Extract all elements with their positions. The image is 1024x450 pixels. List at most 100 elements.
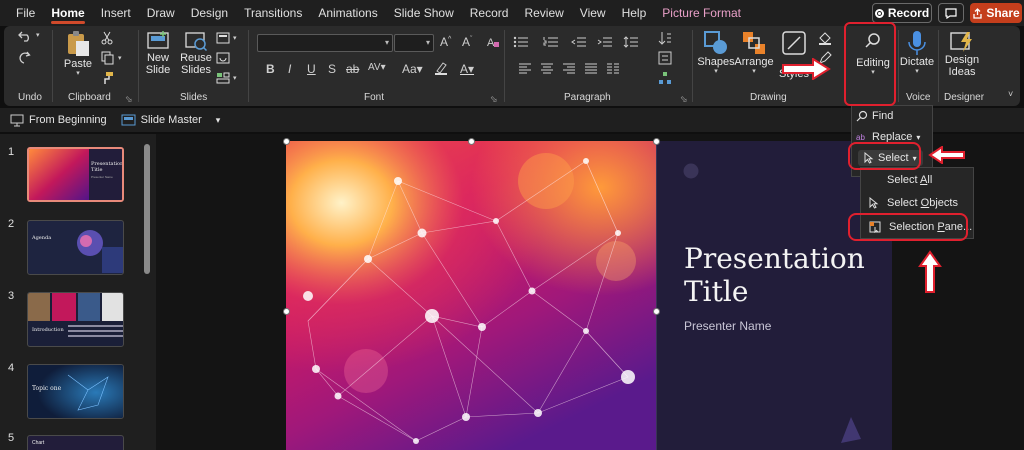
from-beginning-button[interactable]: From Beginning [10, 114, 107, 127]
slide-title[interactable]: Presentation Title [684, 242, 884, 308]
numbering-button[interactable] [542, 34, 560, 50]
tab-transitions[interactable]: Transitions [236, 0, 310, 26]
slide-thumbnail-2[interactable]: Agenda [27, 220, 124, 275]
thumbnail-title: Topic one [32, 385, 62, 392]
design-ideas-button[interactable]: Design Ideas [940, 30, 984, 78]
customize-qat-button[interactable]: ▾ [216, 115, 221, 126]
change-case-button[interactable]: Aa▾ [402, 62, 423, 76]
arrange-button[interactable]: Arrange ▾ [734, 30, 774, 76]
tab-record[interactable]: Record [462, 0, 517, 26]
presenter-name[interactable]: Presenter Name [684, 319, 771, 333]
shapes-button[interactable]: Shapes ▾ [697, 30, 735, 76]
font-color-button[interactable]: A▾ [460, 62, 474, 76]
clipboard-launcher-icon[interactable]: ⬂ [125, 94, 133, 105]
align-left-button[interactable] [516, 60, 534, 76]
select-all-label: Select All [887, 174, 933, 186]
decrease-font-size-button[interactable]: Aˇ [462, 35, 472, 49]
reuse-slides-button[interactable]: Reuse Slides [180, 30, 212, 76]
tab-help[interactable]: Help [614, 0, 655, 26]
line-spacing-button[interactable] [622, 34, 640, 50]
copy-button[interactable] [98, 50, 116, 66]
bullets-button[interactable] [512, 34, 530, 50]
paragraph-launcher-icon[interactable]: ⬂ [680, 94, 688, 105]
record-button[interactable]: Record [872, 3, 932, 23]
resize-handle[interactable] [653, 308, 660, 315]
shadow-button[interactable]: S [328, 62, 336, 76]
font-name-combobox[interactable]: ▾ [257, 34, 393, 52]
select-all-menu-item[interactable]: Select All [869, 174, 932, 186]
columns-button[interactable] [604, 60, 622, 76]
character-spacing-button[interactable]: AV▾ [368, 62, 386, 73]
tab-insert[interactable]: Insert [93, 0, 139, 26]
increase-font-size-button[interactable]: A^ [440, 35, 451, 49]
tab-slide-show[interactable]: Slide Show [386, 0, 462, 26]
thumbnails-scrollbar[interactable] [144, 144, 150, 274]
decrease-indent-button[interactable] [570, 34, 588, 50]
slide-master-button[interactable]: Slide Master [121, 114, 202, 126]
undo-dropdown-icon[interactable]: ▾ [36, 32, 40, 40]
underline-button[interactable]: U [307, 62, 316, 76]
tab-review[interactable]: Review [516, 0, 571, 26]
font-size-combobox[interactable]: ▾ [394, 34, 434, 52]
italic-button[interactable]: I [288, 62, 291, 76]
clear-formatting-button[interactable]: A [484, 34, 502, 50]
slide-thumbnail-5[interactable]: Chart [27, 435, 124, 450]
tab-picture-format[interactable]: Picture Format [654, 0, 749, 26]
shape-fill-button[interactable] [816, 30, 834, 46]
slide-thumbnail-3-image [28, 293, 123, 337]
section-dropdown-icon[interactable]: ▾ [233, 75, 237, 83]
select-objects-menu-item[interactable]: Select Objects [869, 197, 958, 209]
slide-picture[interactable] [286, 141, 656, 450]
tab-draw[interactable]: Draw [139, 0, 183, 26]
collapse-ribbon-icon[interactable]: ˅ [1008, 90, 1013, 99]
tab-home[interactable]: Home [43, 0, 92, 26]
format-painter-button[interactable] [98, 70, 116, 86]
align-right-button[interactable] [560, 60, 578, 76]
reset-button[interactable] [214, 50, 232, 66]
font-launcher-icon[interactable]: ⬂ [490, 94, 498, 105]
undo-button[interactable] [16, 28, 34, 44]
paint-bucket-icon [819, 32, 831, 45]
copy-dropdown-icon[interactable]: ▾ [118, 55, 122, 63]
slides-group-label: Slides [180, 92, 208, 103]
increase-indent-button[interactable] [596, 34, 614, 50]
dictate-button[interactable]: Dictate ▾ [900, 30, 934, 76]
numbering-icon [543, 37, 558, 47]
tab-design[interactable]: Design [183, 0, 236, 26]
record-icon [874, 8, 884, 18]
resize-handle[interactable] [283, 308, 290, 315]
justify-button[interactable] [582, 60, 600, 76]
layout-dropdown-icon[interactable]: ▾ [233, 35, 237, 43]
resize-handle[interactable] [283, 138, 290, 145]
current-slide[interactable]: Presentation Title Presenter Name [286, 141, 892, 450]
align-center-button[interactable] [538, 60, 556, 76]
text-direction-button[interactable] [656, 30, 674, 46]
tab-file[interactable]: File [0, 0, 43, 26]
slide-thumbnail-4[interactable]: Topic one [27, 364, 124, 419]
separator [504, 30, 505, 102]
highlight-color-button[interactable] [432, 60, 450, 76]
share-button[interactable]: Share [970, 3, 1022, 23]
layout-button[interactable] [214, 30, 232, 46]
find-menu-item[interactable]: Find [856, 110, 893, 122]
copy-icon [101, 51, 113, 65]
resize-handle[interactable] [653, 138, 660, 145]
quick-styles-icon [782, 31, 806, 55]
reuse-slides-label: Reuse Slides [180, 52, 212, 76]
paste-button[interactable]: Paste ▾ [60, 30, 96, 78]
comments-button[interactable] [938, 3, 964, 23]
tab-animations[interactable]: Animations [310, 0, 385, 26]
slide-number: 1 [8, 146, 15, 158]
new-slide-button[interactable]: New Slide [142, 30, 174, 76]
redo-button[interactable] [16, 50, 34, 66]
slide-thumbnail-3[interactable]: Introduction [27, 292, 124, 347]
strikethrough-button[interactable]: ab [346, 62, 359, 76]
smartart-button[interactable] [656, 70, 674, 86]
cut-button[interactable] [98, 30, 116, 46]
resize-handle[interactable] [468, 138, 475, 145]
tab-view[interactable]: View [572, 0, 614, 26]
align-text-button[interactable] [656, 50, 674, 66]
slide-thumbnail-1[interactable]: Presentation Title Presenter Name [27, 147, 124, 202]
section-button[interactable] [214, 70, 232, 86]
bold-button[interactable]: B [266, 62, 275, 76]
